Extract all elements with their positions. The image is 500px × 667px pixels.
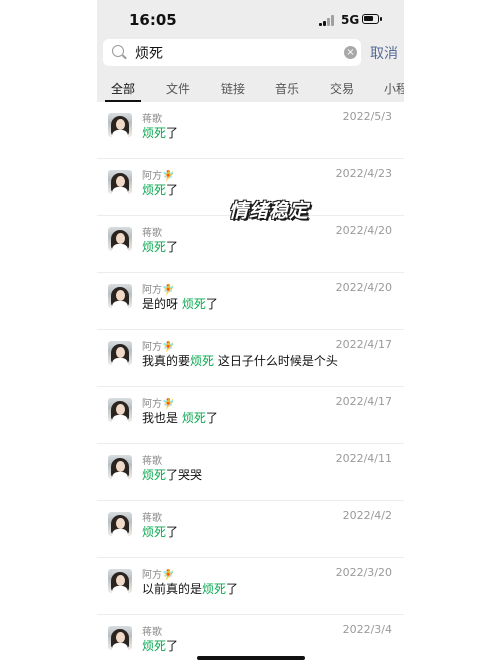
sender-name: 蒋歌 [142, 513, 162, 524]
highlighted-keyword: 烦死 [142, 126, 167, 140]
avatar[interactable] [108, 569, 132, 593]
highlighted-keyword: 烦死 [181, 411, 206, 425]
message-date: 2022/3/4 [342, 623, 392, 636]
search-query[interactable]: 烦死 [135, 43, 163, 63]
message-date: 2022/4/11 [335, 452, 392, 465]
sender-name: 阿方🧚 [142, 570, 175, 581]
message-date: 2022/4/20 [335, 281, 392, 294]
message-text: 我真的要烦死 这日子什么时候是个头 [142, 352, 338, 369]
list-item[interactable]: 蒋歌 2022/4/2 烦死了 [97, 501, 404, 558]
message-suffix: 这日子什么时候是个头 [214, 354, 338, 368]
message-date: 2022/5/3 [342, 110, 392, 123]
message-prefix: 我也是 [142, 411, 182, 425]
sender-name: 蒋歌 [142, 456, 162, 467]
message-date: 2022/3/20 [335, 566, 392, 579]
list-item[interactable]: 阿方🧚 2022/4/17 我也是 烦死了 [97, 387, 404, 444]
tab-music[interactable]: 音乐 [275, 80, 299, 97]
message-text: 烦死了 [142, 523, 178, 540]
avatar[interactable] [108, 626, 132, 650]
highlighted-keyword: 烦死 [142, 468, 167, 482]
message-suffix: 了 [166, 639, 179, 653]
highlighted-keyword: 烦死 [142, 240, 167, 254]
search-input[interactable]: 烦死 × [103, 39, 361, 66]
highlighted-keyword: 烦死 [190, 354, 215, 368]
status-bar: 16:05 5G [97, 0, 404, 40]
message-suffix: 了哭哭 [166, 468, 203, 482]
message-text: 以前真的是烦死了 [142, 580, 238, 597]
message-suffix: 了 [166, 525, 179, 539]
message-text: 我也是 烦死了 [142, 409, 218, 426]
sender-name: 阿方🧚 [142, 399, 175, 410]
overlay-caption: 情绪稳定 [229, 200, 310, 222]
message-text: 烦死了 [142, 238, 178, 255]
message-prefix: 以前真的是 [142, 582, 203, 596]
avatar[interactable] [108, 170, 132, 194]
message-text: 是的呀 烦死了 [142, 295, 218, 312]
list-item[interactable]: 蒋歌 2022/4/20 烦死了 [97, 216, 404, 273]
message-suffix: 了 [166, 183, 179, 197]
avatar[interactable] [108, 455, 132, 479]
message-date: 2022/4/20 [335, 224, 392, 237]
search-icon [112, 45, 124, 57]
sender-name: 阿方🧚 [142, 171, 175, 182]
message-text: 烦死了 [142, 124, 178, 141]
avatar[interactable] [108, 113, 132, 137]
network-type: 5G [341, 13, 360, 27]
status-time: 16:05 [129, 11, 177, 29]
message-date: 2022/4/17 [335, 395, 392, 408]
tab-mini-programs[interactable]: 小程 [384, 80, 404, 97]
tab-links[interactable]: 链接 [221, 80, 245, 97]
highlighted-keyword: 烦死 [202, 582, 227, 596]
search-bar: 烦死 × 取消 [97, 39, 404, 68]
avatar[interactable] [108, 227, 132, 251]
list-item[interactable]: 阿方🧚 2022/4/20 是的呀 烦死了 [97, 273, 404, 330]
highlighted-keyword: 烦死 [142, 183, 167, 197]
avatar[interactable] [108, 398, 132, 422]
sender-name: 阿方🧚 [142, 285, 175, 296]
message-date: 2022/4/17 [335, 338, 392, 351]
home-indicator[interactable] [197, 656, 305, 660]
sender-name: 蒋歌 [142, 228, 162, 239]
sender-name: 蒋歌 [142, 627, 162, 638]
signal-icon [319, 15, 336, 26]
message-date: 2022/4/23 [335, 167, 392, 180]
message-prefix: 我真的要 [142, 354, 191, 368]
list-item[interactable]: 蒋歌 2022/4/11 烦死了哭哭 [97, 444, 404, 501]
highlighted-keyword: 烦死 [142, 525, 167, 539]
message-suffix: 了 [205, 411, 218, 425]
message-suffix: 了 [166, 126, 179, 140]
tab-files[interactable]: 文件 [166, 80, 190, 97]
clear-icon[interactable]: × [344, 46, 357, 59]
message-suffix: 了 [226, 582, 239, 596]
message-suffix: 了 [205, 297, 218, 311]
phone-screen: 16:05 5G 烦死 × 取消 全部 文件 链接 音乐 交易 小程 蒋歌 202… [97, 0, 404, 667]
avatar[interactable] [108, 284, 132, 308]
message-prefix: 是的呀 [142, 297, 182, 311]
list-item[interactable]: 蒋歌 2022/5/3 烦死了 [97, 102, 404, 159]
avatar[interactable] [108, 512, 132, 536]
message-list: 蒋歌 2022/5/3 烦死了 阿方🧚 2022/4/23 烦死了 蒋歌 2022/4/20 烦… [97, 102, 404, 667]
list-item[interactable]: 阿方🧚 2022/3/20 以前真的是烦死了 [97, 558, 404, 615]
sender-name: 阿方🧚 [142, 342, 175, 353]
tab-transactions[interactable]: 交易 [330, 80, 354, 97]
list-item[interactable]: 阿方🧚 2022/4/17 我真的要烦死 这日子什么时候是个头 [97, 330, 404, 387]
sender-name: 蒋歌 [142, 114, 162, 125]
message-text: 烦死了 [142, 637, 178, 654]
message-text: 烦死了哭哭 [142, 466, 202, 483]
message-date: 2022/4/2 [342, 509, 392, 522]
highlighted-keyword: 烦死 [142, 639, 167, 653]
battery-icon [362, 14, 382, 24]
highlighted-keyword: 烦死 [181, 297, 206, 311]
message-text: 烦死了 [142, 181, 178, 198]
cancel-button[interactable]: 取消 [370, 43, 398, 63]
avatar[interactable] [108, 341, 132, 365]
filter-tabs: 全部 文件 链接 音乐 交易 小程 [97, 68, 404, 102]
tab-all[interactable]: 全部 [111, 80, 135, 97]
message-suffix: 了 [166, 240, 179, 254]
